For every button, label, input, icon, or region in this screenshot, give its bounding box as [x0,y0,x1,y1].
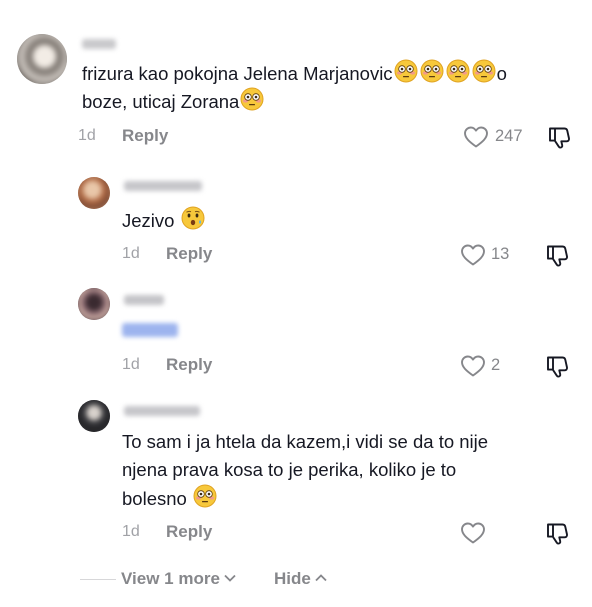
avatar[interactable] [17,34,67,84]
hide-button[interactable]: Hide [274,569,327,589]
flushed-face-emoji [472,59,496,83]
comment-text-tail: o [496,63,507,84]
username-blurred[interactable] [124,181,202,191]
reply-button[interactable]: Reply [166,244,212,264]
hide-label: Hide [274,569,311,588]
comment-text-line: To sam i ja htela da kazem,i vidi se da … [122,431,489,452]
flushed-face-emoji [193,484,217,508]
chevron-up-icon [315,574,327,582]
comment-text: frizura kao pokojna Jelena Marjanovic o b… [82,59,507,115]
flushed-face-emoji [446,59,470,83]
comment-time: 1d [122,523,140,540]
like-count: 247 [495,127,523,145]
comment-meta: 1d Reply 13 [0,243,592,267]
username-blurred[interactable] [124,406,200,416]
flushed-face-emoji [240,87,264,111]
comment-text-line: frizura kao pokojna Jelena Marjanovic [82,63,393,84]
username-blurred[interactable] [82,39,116,49]
comment-meta: 1d Reply 2 [0,354,592,378]
view-more-label: View 1 more [121,569,220,588]
like-count: 13 [491,245,510,263]
divider [80,579,116,580]
hushed-face-emoji [181,206,205,230]
avatar[interactable] [78,288,110,320]
dislike-icon[interactable] [546,124,572,150]
dislike-icon[interactable] [544,520,570,546]
avatar[interactable] [78,177,110,209]
flushed-face-emoji [420,59,444,83]
comment-time: 1d [122,245,140,262]
comment-text-line: njena prava kosa to je perika, koliko je… [122,459,457,480]
flushed-face-emoji [394,59,418,83]
view-more-button[interactable]: View 1 more [121,569,236,589]
mention-blurred[interactable] [122,323,178,337]
replies-footer: View 1 more Hide [0,566,592,594]
comment-meta: 1d Reply [0,521,592,545]
reply-button[interactable]: Reply [122,126,168,146]
heart-outline-icon[interactable] [463,125,489,149]
comment-text: Jezivo [122,206,206,234]
comment-text-line: Jezivo [122,210,175,231]
comment-text-line: boze, uticaj Zorana [82,91,240,112]
avatar[interactable] [78,400,110,432]
like-count: 2 [491,356,501,374]
reply-button[interactable]: Reply [166,522,212,542]
heart-outline-icon[interactable] [460,521,486,545]
heart-outline-icon[interactable] [460,354,486,378]
reply-button[interactable]: Reply [166,355,212,375]
comment-text-line: bolesno [122,488,187,509]
comment-time: 1d [78,127,96,144]
chevron-down-icon [224,574,236,582]
username-blurred[interactable] [124,295,164,305]
heart-outline-icon[interactable] [460,243,486,267]
dislike-icon[interactable] [544,242,570,268]
dislike-icon[interactable] [544,353,570,379]
comment-text: To sam i ja htela da kazem,i vidi se da … [122,428,488,513]
comment-meta: 1d Reply 247 [0,125,592,149]
comment-time: 1d [122,356,140,373]
